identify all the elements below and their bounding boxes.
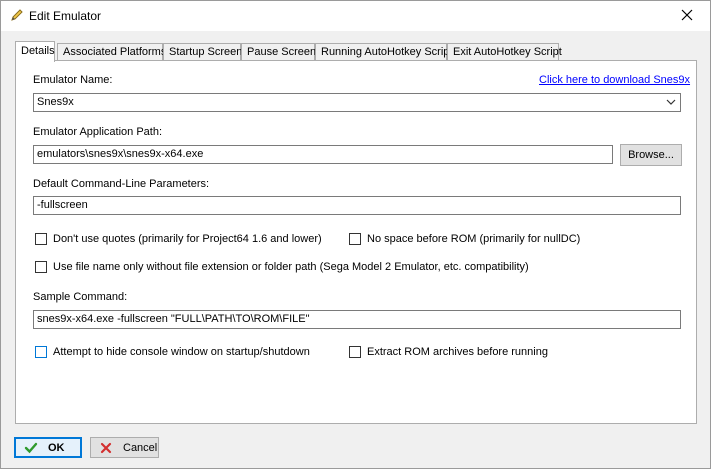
window-title: Edit Emulator	[29, 9, 102, 23]
tab-pause-screen[interactable]: Pause Screen	[241, 43, 316, 61]
no-quotes-checkbox[interactable]: Don't use quotes (primarily for Project6…	[35, 233, 322, 245]
extract-rom-checkbox[interactable]: Extract ROM archives before running	[349, 346, 548, 358]
cmdline-input[interactable]: -fullscreen	[33, 196, 681, 215]
checkbox-box	[35, 346, 47, 358]
tab-running-autohotkey-script[interactable]: Running AutoHotkey Script	[315, 43, 452, 61]
ok-label: OK	[48, 441, 65, 454]
cmdline-value: -fullscreen	[37, 199, 88, 211]
file-name-only-label: Use file name only without file extensio…	[53, 261, 529, 273]
pencil-icon	[10, 8, 24, 22]
app-path-label: Emulator Application Path:	[33, 126, 163, 138]
cancel-button[interactable]: Cancel	[90, 437, 159, 458]
file-name-only-checkbox[interactable]: Use file name only without file extensio…	[35, 261, 529, 273]
tab-associated-platforms[interactable]: Associated Platforms	[57, 43, 166, 61]
checkmark-icon	[24, 441, 38, 455]
no-space-checkbox[interactable]: No space before ROM (primarily for nullD…	[349, 233, 580, 245]
close-button[interactable]	[664, 1, 710, 31]
checkbox-box	[35, 261, 47, 273]
details-panel: Emulator Name: Click here to download Sn…	[15, 60, 697, 424]
title-bar: Edit Emulator	[1, 1, 710, 31]
edit-emulator-window: Edit Emulator Details Associated Platfor…	[0, 0, 711, 469]
sample-command-value: snes9x-x64.exe -fullscreen "FULL\PATH\TO…	[37, 313, 310, 325]
emulator-name-value: Snes9x	[37, 96, 74, 108]
checkbox-box	[349, 346, 361, 358]
tab-exit-autohotkey-script[interactable]: Exit AutoHotkey Script	[447, 43, 562, 61]
tab-details[interactable]: Details	[15, 41, 55, 62]
browse-button[interactable]: Browse...	[620, 144, 682, 166]
emulator-name-label: Emulator Name:	[33, 74, 113, 86]
sample-command-field[interactable]: snes9x-x64.exe -fullscreen "FULL\PATH\TO…	[33, 310, 681, 329]
cancel-label: Cancel	[123, 441, 158, 454]
no-space-label: No space before ROM (primarily for nullD…	[367, 233, 581, 245]
checkbox-box	[349, 233, 361, 245]
close-icon	[681, 9, 693, 24]
chevron-down-icon	[666, 97, 676, 107]
hide-console-label: Attempt to hide console window on startu…	[53, 346, 310, 358]
emulator-name-combobox[interactable]: Snes9x	[33, 93, 681, 112]
cancel-x-icon	[99, 441, 113, 455]
extract-rom-label: Extract ROM archives before running	[367, 346, 548, 358]
download-snes9x-link[interactable]: Click here to download Snes9x	[539, 74, 690, 86]
hide-console-checkbox[interactable]: Attempt to hide console window on startu…	[35, 346, 310, 358]
sample-command-label: Sample Command:	[33, 291, 128, 303]
app-path-input[interactable]: emulators\snes9x\snes9x-x64.exe	[33, 145, 613, 164]
tab-startup-screen[interactable]: Startup Screen	[163, 43, 242, 61]
ok-button[interactable]: OK	[14, 437, 82, 458]
checkbox-box	[35, 233, 47, 245]
app-path-value: emulators\snes9x\snes9x-x64.exe	[37, 148, 204, 160]
no-quotes-label: Don't use quotes (primarily for Project6…	[53, 233, 322, 245]
cmdline-label: Default Command-Line Parameters:	[33, 178, 210, 190]
